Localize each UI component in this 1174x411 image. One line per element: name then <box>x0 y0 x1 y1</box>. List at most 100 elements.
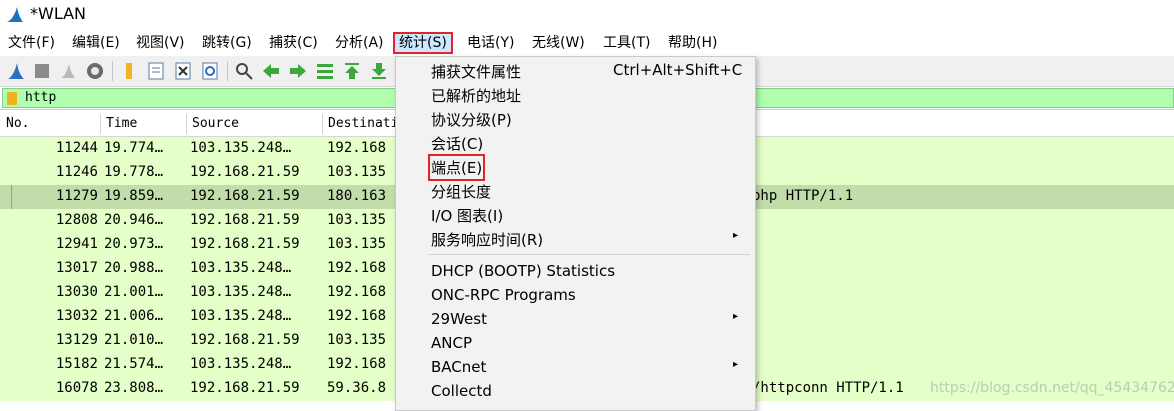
go-back-icon[interactable] <box>261 61 281 81</box>
menu-go[interactable]: 跳转(G) <box>198 32 256 54</box>
packet-time: 20.973… <box>104 236 164 252</box>
go-forward-icon[interactable] <box>288 61 308 81</box>
menu-item-label: 服务响应时间(R) <box>431 231 544 249</box>
menu-file[interactable]: 文件(F) <box>4 32 59 54</box>
menu-tools[interactable]: 工具(T) <box>599 32 654 54</box>
filter-bookmark-icon[interactable] <box>7 92 17 105</box>
column-header-destination[interactable]: Destinati <box>328 116 398 131</box>
packet-time: 20.946… <box>104 212 164 228</box>
packet-no: 13030 <box>55 284 98 300</box>
menu-statistics[interactable]: 统计(S) <box>393 32 453 54</box>
menu-item-label: 捕获文件属性 <box>431 63 522 81</box>
menu-item-conversations[interactable]: 会话(C) <box>396 130 755 154</box>
column-header-source[interactable]: Source <box>192 116 239 131</box>
menu-item-label: ONC-RPC Programs <box>431 286 576 304</box>
menu-bar: 文件(F) 编辑(E) 视图(V) 跳转(G) 捕获(C) 分析(A) 统计(S… <box>0 30 1174 56</box>
find-packet-icon[interactable] <box>234 61 254 81</box>
filter-text: http <box>25 90 57 105</box>
menu-item-onc-rpc-programs[interactable]: ONC-RPC Programs <box>396 283 755 307</box>
packet-time: 21.006… <box>104 308 164 324</box>
menu-item-label: 分组长度 <box>431 183 492 201</box>
packet-no: 13129 <box>55 332 98 348</box>
reload-file-icon[interactable] <box>200 61 220 81</box>
packet-source: 103.135.248… <box>190 260 292 276</box>
menu-item-capture-file-properties[interactable]: 捕获文件属性 Ctrl+Alt+Shift+C <box>396 58 755 82</box>
stop-capture-icon[interactable] <box>32 61 52 81</box>
menu-item-service-response-time[interactable]: 服务响应时间(R) ▸ <box>396 226 755 250</box>
go-to-packet-icon[interactable] <box>315 61 335 81</box>
menu-capture[interactable]: 捕获(C) <box>265 32 322 54</box>
submenu-arrow-icon: ▸ <box>733 359 739 370</box>
packet-info: php HTTP/1.1 <box>752 188 854 204</box>
packet-source: 192.168.21.59 <box>190 332 300 348</box>
menu-item-endpoints[interactable]: 端点(E) <box>396 154 755 181</box>
capture-options-icon[interactable] <box>85 61 105 81</box>
packet-time: 21.010… <box>104 332 164 348</box>
packet-no: 13032 <box>55 308 98 324</box>
submenu-arrow-icon: ▸ <box>733 230 739 241</box>
go-first-packet-icon[interactable] <box>342 61 362 81</box>
start-capture-icon[interactable] <box>6 61 26 81</box>
menu-item-collectd[interactable]: Collectd <box>396 379 755 403</box>
packet-source: 192.168.21.59 <box>190 164 300 180</box>
packet-time: 21.574… <box>104 356 164 372</box>
packet-destination: 103.135 <box>327 236 387 252</box>
packet-time: 21.001… <box>104 284 164 300</box>
menu-view[interactable]: 视图(V) <box>132 32 189 54</box>
column-divider[interactable] <box>100 114 101 134</box>
close-file-icon[interactable] <box>173 61 193 81</box>
menu-item-dhcp-statistics[interactable]: DHCP (BOOTP) Statistics <box>396 259 755 283</box>
packet-destination: 192.168 <box>327 140 387 156</box>
menu-item-bacnet[interactable]: BACnet ▸ <box>396 355 755 379</box>
menu-wireless[interactable]: 无线(W) <box>528 32 589 54</box>
open-file-icon[interactable] <box>120 61 140 81</box>
menu-item-label: I/O 图表(I) <box>431 207 504 225</box>
menu-item-ancp[interactable]: ANCP <box>396 331 755 355</box>
packet-time: 20.988… <box>104 260 164 276</box>
restart-capture-icon[interactable] <box>58 61 78 81</box>
packet-destination: 192.168 <box>327 284 387 300</box>
packet-no: 13017 <box>55 260 98 276</box>
menu-item-label: 会话(C) <box>431 135 484 153</box>
menu-item-label: Collectd <box>431 382 492 400</box>
toolbar-separator <box>112 61 113 81</box>
packet-info: /httpconn HTTP/1.1 <box>752 380 904 396</box>
menu-item-label: DHCP (BOOTP) Statistics <box>431 262 616 280</box>
menu-telephony[interactable]: 电话(Y) <box>463 32 518 54</box>
statistics-dropdown-menu: 捕获文件属性 Ctrl+Alt+Shift+C 已解析的地址 协议分级(P) 会… <box>395 56 756 411</box>
packet-destination: 103.135 <box>327 212 387 228</box>
column-header-time[interactable]: Time <box>106 116 137 131</box>
go-last-packet-icon[interactable] <box>369 61 389 81</box>
window-title: *WLAN <box>30 4 87 23</box>
menu-analyze[interactable]: 分析(A) <box>331 32 388 54</box>
menu-item-resolved-addresses[interactable]: 已解析的地址 <box>396 82 755 106</box>
menu-item-29west[interactable]: 29West ▸ <box>396 307 755 331</box>
menu-separator <box>428 254 750 255</box>
packet-source: 103.135.248… <box>190 308 292 324</box>
column-header-no[interactable]: No. <box>6 116 29 131</box>
menu-edit[interactable]: 编辑(E) <box>68 32 124 54</box>
menu-item-shortcut: Ctrl+Alt+Shift+C <box>613 61 743 79</box>
packet-destination: 103.135 <box>327 332 387 348</box>
menu-help[interactable]: 帮助(H) <box>664 32 721 54</box>
packet-no: 11246 <box>55 164 98 180</box>
menu-item-label: 端点(E) <box>427 154 486 181</box>
title-bar: *WLAN <box>0 0 1174 30</box>
packet-source: 103.135.248… <box>190 284 292 300</box>
menu-item-protocol-hierarchy[interactable]: 协议分级(P) <box>396 106 755 130</box>
packet-source: 192.168.21.59 <box>190 188 300 204</box>
menu-item-label: 已解析的地址 <box>431 87 522 105</box>
column-divider[interactable] <box>322 114 323 134</box>
column-divider[interactable] <box>186 114 187 134</box>
menu-item-label: ANCP <box>431 334 473 352</box>
packet-no: 12808 <box>55 212 98 228</box>
menu-item-packet-lengths[interactable]: 分组长度 <box>396 178 755 202</box>
menu-item-io-graph[interactable]: I/O 图表(I) <box>396 202 755 226</box>
packet-no: 12941 <box>55 236 98 252</box>
menu-item-label: BACnet <box>431 358 487 376</box>
save-file-icon[interactable] <box>146 61 166 81</box>
packet-destination: 180.163 <box>327 188 387 204</box>
packet-destination: 192.168 <box>327 260 387 276</box>
packet-destination: 59.36.8 <box>327 380 387 396</box>
packet-destination: 192.168 <box>327 356 387 372</box>
